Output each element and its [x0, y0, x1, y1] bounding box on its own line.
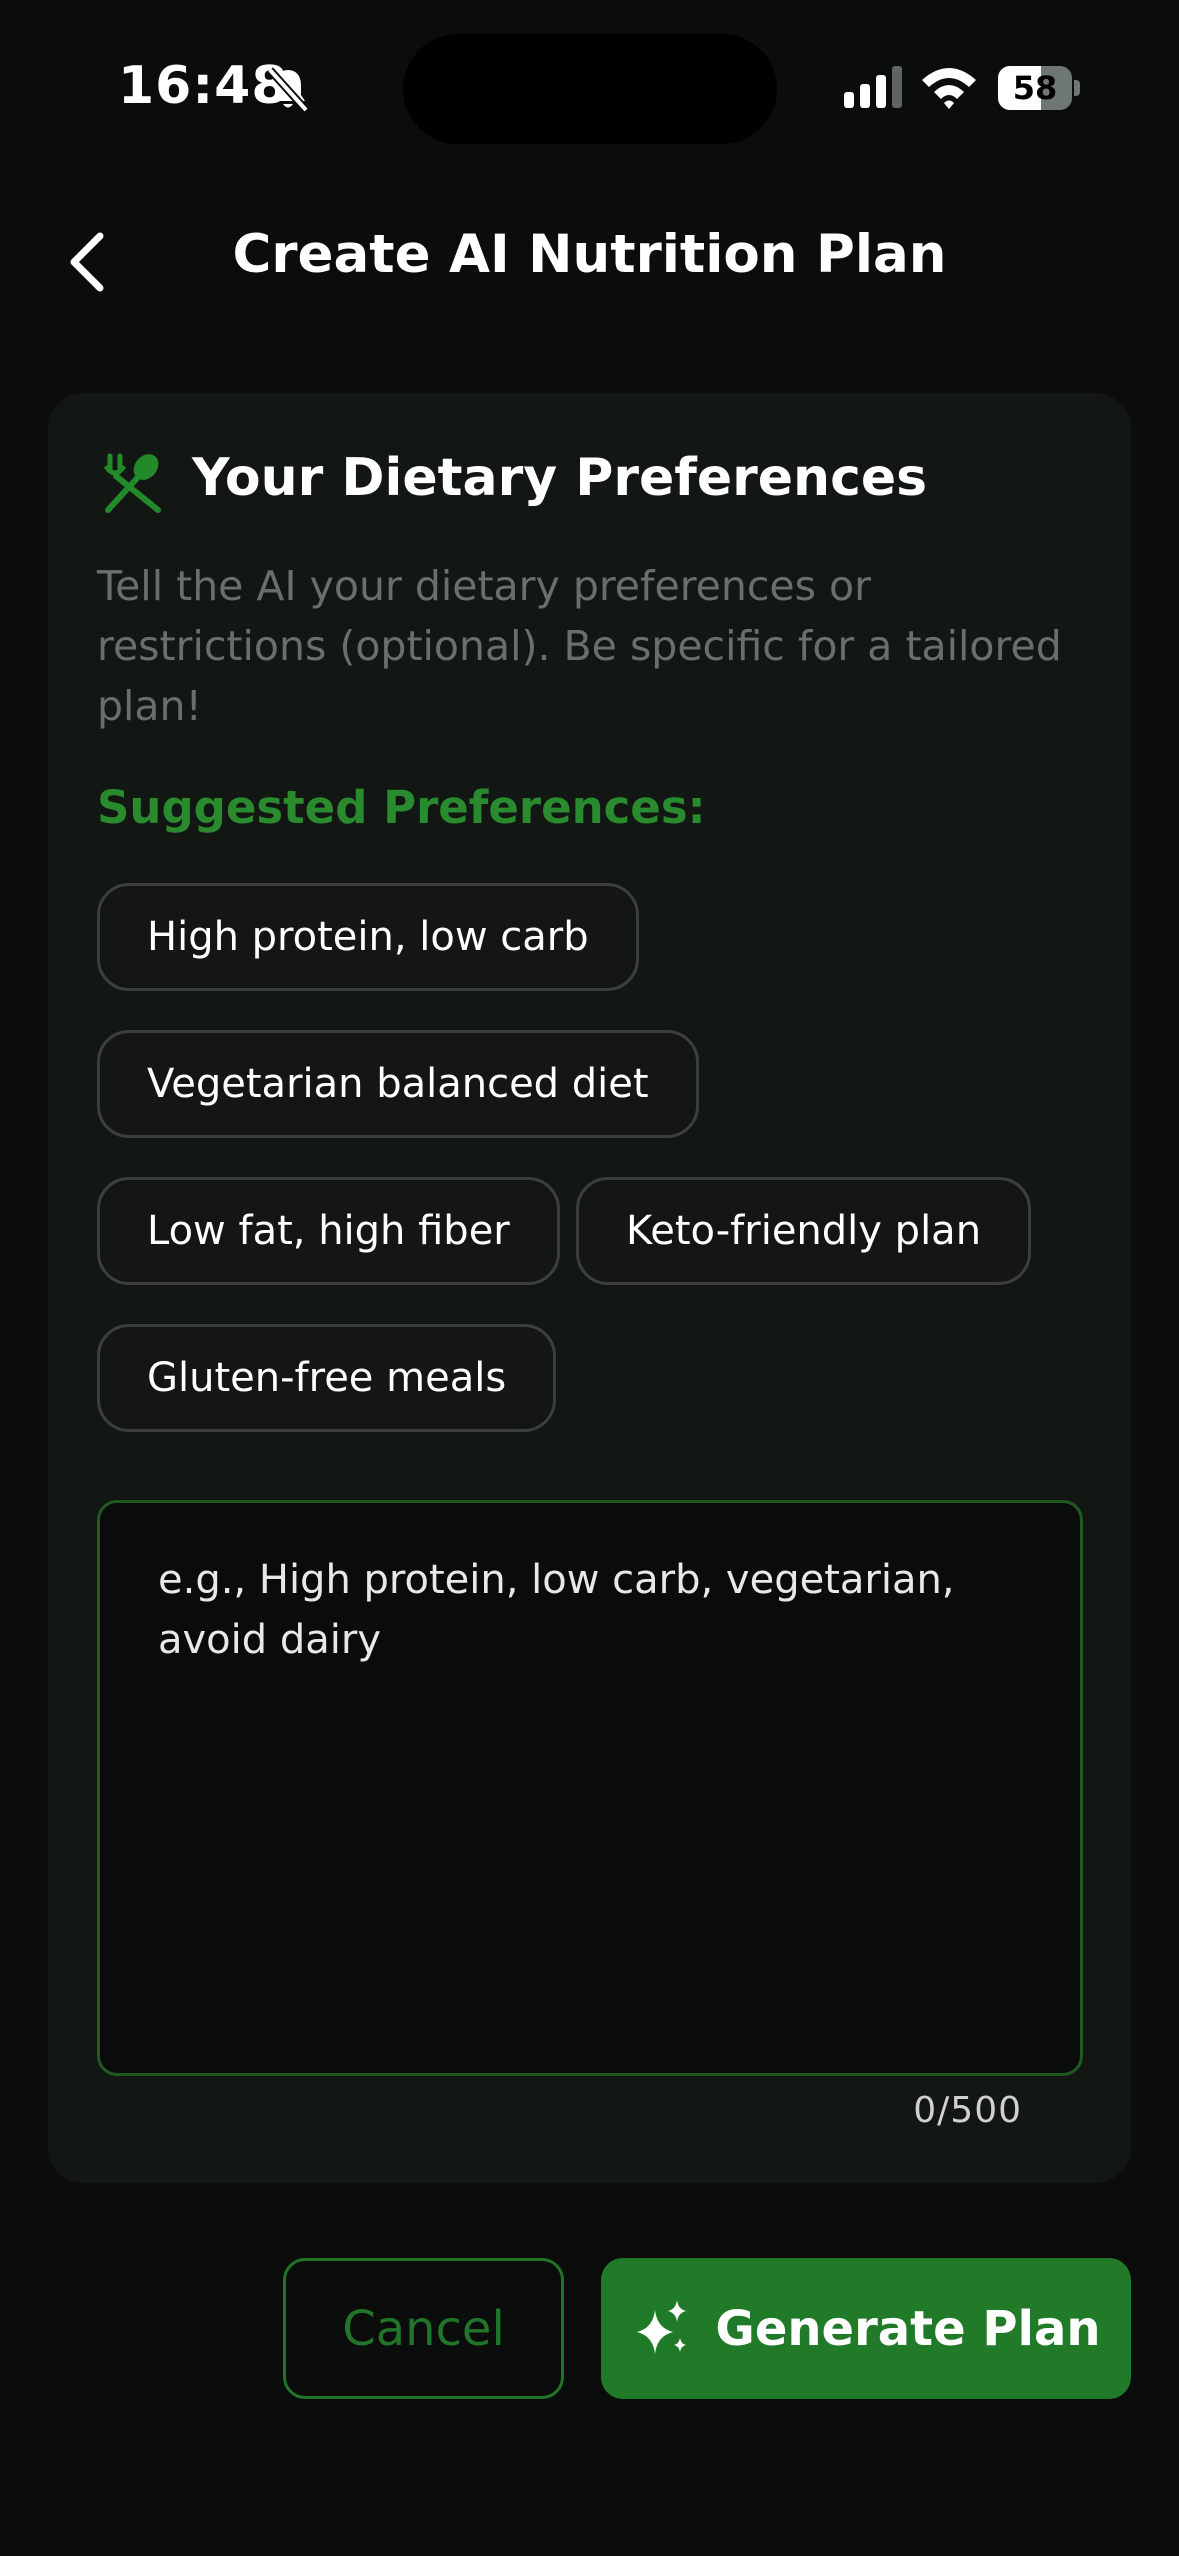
screen: 16:48 58 Create AI Nutrition Plan Your D… — [0, 0, 1179, 2556]
battery-indicator: 58 — [998, 66, 1080, 110]
cancel-button-label: Cancel — [342, 2300, 505, 2357]
preference-chip-gluten-free[interactable]: Gluten-free meals — [97, 1324, 557, 1432]
preference-chip-low-fat[interactable]: Low fat, high fiber — [97, 1177, 560, 1285]
section-title: Your Dietary Preferences — [192, 448, 928, 508]
battery-level: 58 — [1012, 69, 1058, 107]
page-title: Create AI Nutrition Plan — [232, 224, 947, 285]
preference-chip-keto[interactable]: Keto-friendly plan — [576, 1177, 1032, 1285]
generate-plan-label: Generate Plan — [715, 2300, 1101, 2357]
section-description: Tell the AI your dietary preferences or … — [97, 562, 1062, 730]
cancel-button[interactable]: Cancel — [283, 2258, 564, 2399]
preference-chip-vegetarian[interactable]: Vegetarian balanced diet — [97, 1030, 699, 1138]
fork-spoon-icon — [103, 453, 161, 513]
cellular-signal-icon — [844, 66, 902, 108]
preference-chip-high-protein[interactable]: High protein, low carb — [97, 883, 639, 991]
status-time: 16:48 — [118, 56, 289, 116]
bell-slash-icon — [267, 67, 309, 113]
generate-plan-button[interactable]: Generate Plan — [601, 2258, 1131, 2399]
sparkle-icon — [637, 2299, 687, 2354]
character-count: 0/500 — [913, 2090, 1022, 2131]
suggested-preferences-label: Suggested Preferences: — [97, 781, 706, 834]
dynamic-island — [403, 34, 777, 144]
preferences-input[interactable]: e.g., High protein, low carb, vegetarian… — [97, 1500, 1083, 2076]
wifi-icon — [922, 68, 976, 109]
